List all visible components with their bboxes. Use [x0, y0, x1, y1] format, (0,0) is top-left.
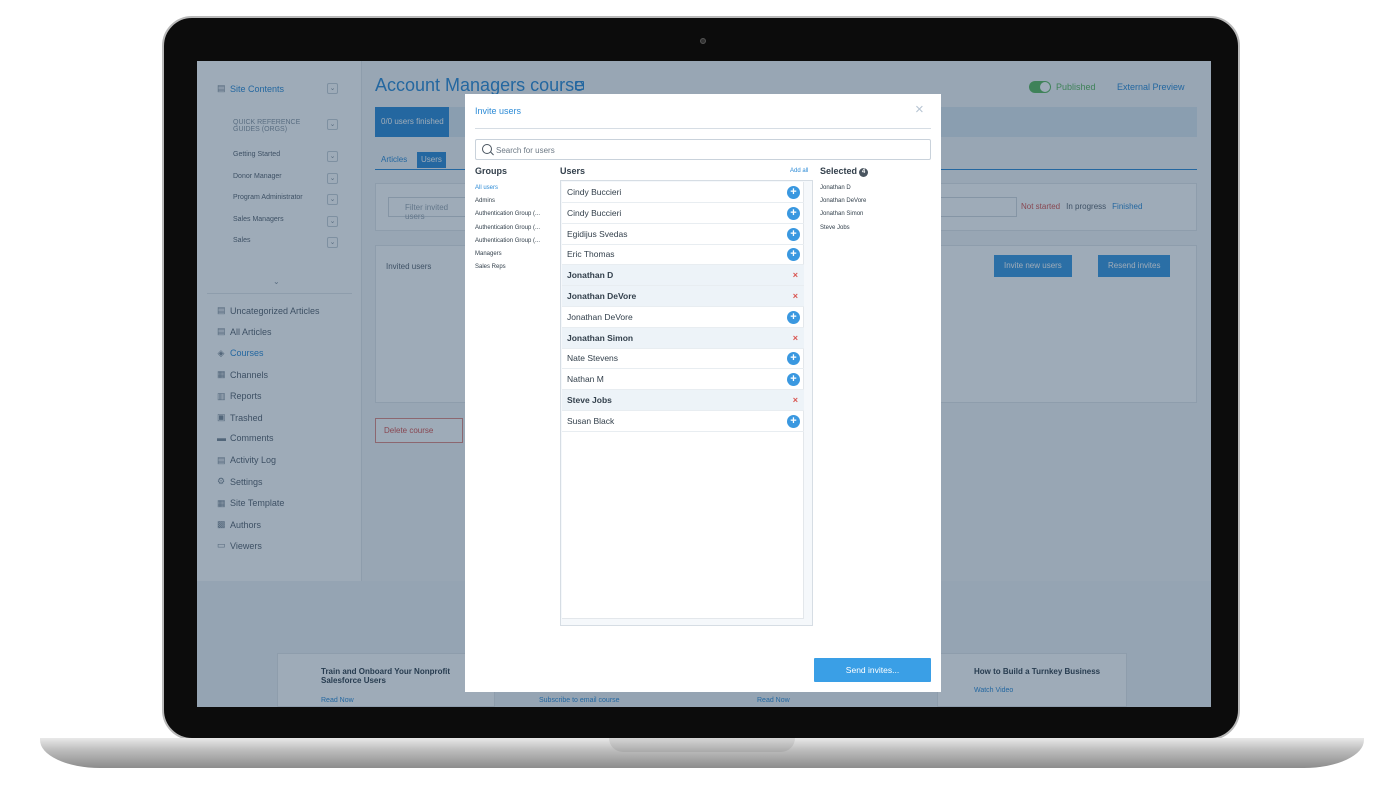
user-name: Jonathan Simon — [567, 332, 634, 343]
add-user-icon[interactable]: + — [787, 206, 800, 220]
user-row[interactable]: Susan Black + — [562, 411, 804, 432]
users-list: Cindy Buccieri + Cindy Buccieri + Egidijus S… — [560, 180, 813, 626]
user-name: Nate Stevens — [567, 353, 619, 364]
close-icon[interactable]: × — [915, 102, 924, 117]
send-invites-button[interactable]: Send invites... — [814, 658, 931, 682]
add-user-icon[interactable]: + — [787, 186, 800, 199]
remove-user-icon[interactable]: × — [793, 390, 798, 410]
user-row[interactable]: Jonathan Simon × — [562, 327, 804, 349]
remove-user-icon[interactable]: × — [793, 286, 798, 306]
add-user-icon[interactable]: + — [787, 227, 800, 241]
user-row[interactable]: Egidijus Svedas + — [562, 224, 804, 245]
laptop-notch — [609, 738, 795, 752]
user-name: Steve Jobs — [567, 395, 612, 405]
selected-user[interactable]: Jonathan DeVore — [820, 198, 866, 204]
user-name: Eric Thomas — [567, 249, 615, 260]
user-row[interactable]: Eric Thomas + — [562, 244, 804, 266]
screen: ▤ Site Contents ⌄ QUICK REFERENCE GUIDES … — [197, 61, 1211, 707]
remove-user-icon[interactable]: × — [793, 328, 798, 348]
selected-heading: Selected 4 — [820, 166, 869, 177]
user-name: Nathan M — [567, 374, 604, 385]
modal-divider — [475, 128, 931, 129]
selected-user[interactable]: Jonathan Simon — [820, 211, 863, 217]
user-name: Jonathan D — [567, 270, 614, 281]
group-item[interactable]: Sales Reps — [475, 264, 506, 270]
remove-user-icon[interactable]: × — [793, 265, 798, 285]
selected-user[interactable]: Steve Jobs — [820, 225, 850, 231]
add-all-link[interactable]: Add all — [790, 168, 808, 174]
groups-heading: Groups — [475, 166, 508, 176]
add-user-icon[interactable]: + — [787, 373, 800, 387]
search-icon — [482, 144, 492, 154]
user-row[interactable]: Nate Stevens + — [562, 348, 804, 370]
group-item[interactable]: Admins — [475, 198, 495, 204]
user-row[interactable]: Jonathan D × — [562, 265, 804, 287]
modal-title: Invite users — [475, 106, 522, 116]
user-row[interactable]: Cindy Buccieri + — [562, 203, 804, 224]
invite-users-modal: Invite users × Groups Users Add all Sele… — [465, 94, 941, 692]
group-item[interactable]: Managers — [475, 251, 502, 257]
user-name: Susan Black — [567, 415, 615, 426]
user-name: Jonathan DeVore — [567, 311, 633, 322]
user-row[interactable]: Cindy Buccieri + — [562, 182, 804, 203]
group-item[interactable]: Authentication Group (... — [475, 211, 540, 217]
users-heading: Users — [560, 166, 586, 176]
add-user-icon[interactable]: + — [787, 310, 800, 324]
search-box — [475, 139, 931, 160]
user-name: Cindy Buccieri — [567, 207, 622, 218]
camera-icon — [700, 38, 706, 44]
selected-user[interactable]: Jonathan D — [820, 185, 851, 191]
add-user-icon[interactable]: + — [787, 248, 800, 262]
user-row[interactable]: Jonathan DeVore × — [562, 286, 804, 307]
selected-count-badge: 4 — [859, 168, 869, 177]
add-user-icon[interactable]: + — [787, 352, 800, 366]
user-name: Egidijus Svedas — [567, 228, 628, 239]
user-name: Cindy Buccieri — [567, 187, 622, 197]
user-row[interactable]: Steve Jobs × — [562, 390, 804, 411]
search-input[interactable] — [496, 144, 916, 156]
group-item[interactable]: Authentication Group (... — [475, 238, 540, 244]
user-row[interactable]: Nathan M + — [562, 369, 804, 391]
group-item[interactable]: Authentication Group (... — [475, 225, 540, 231]
user-row[interactable]: Jonathan DeVore + — [562, 307, 804, 328]
add-user-icon[interactable]: + — [787, 414, 800, 428]
user-name: Jonathan DeVore — [567, 291, 637, 301]
users-list-inner: Cindy Buccieri + Cindy Buccieri + Egidijus S… — [562, 182, 804, 619]
group-item[interactable]: All users — [475, 185, 498, 191]
